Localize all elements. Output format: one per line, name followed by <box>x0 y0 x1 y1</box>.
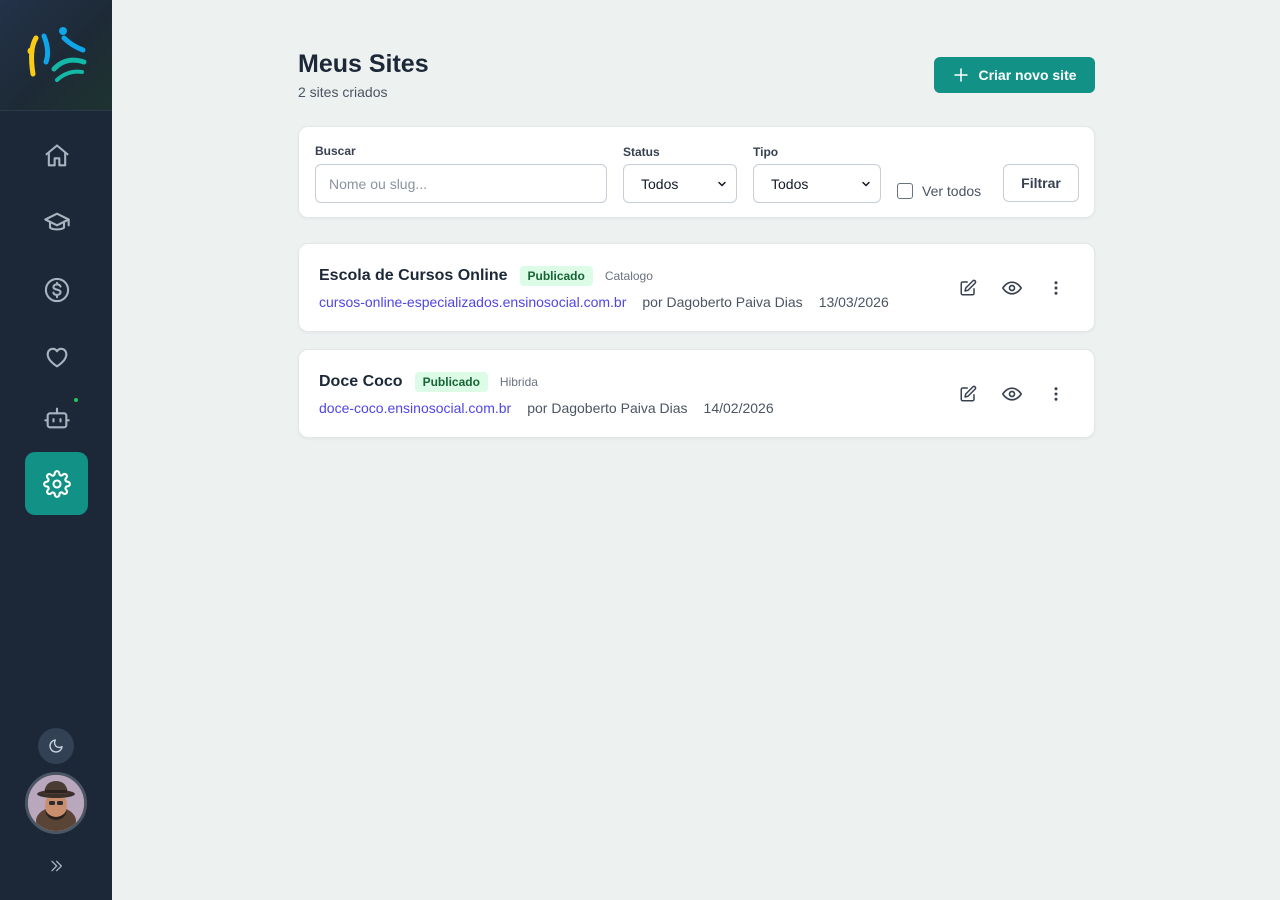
status-select-value: Todos <box>641 175 679 192</box>
edit-icon <box>960 279 977 296</box>
site-card: Escola de Cursos Online Publicado Catalo… <box>298 243 1095 332</box>
site-card: Doce Coco Publicado Hibrida doce-coco.en… <box>298 349 1095 438</box>
sidebar-item-courses[interactable] <box>25 191 88 254</box>
site-author: por Dagoberto Paiva Dias <box>642 294 803 310</box>
site-name: Escola de Cursos Online <box>319 267 508 284</box>
home-icon <box>44 143 69 166</box>
moon-icon <box>49 739 63 753</box>
search-label: Buscar <box>315 144 356 158</box>
site-date: 13/03/2026 <box>818 294 889 310</box>
search-input[interactable] <box>315 164 607 203</box>
page-title: Meus Sites <box>298 50 429 78</box>
type-select[interactable]: Todos <box>753 164 881 203</box>
view-site-button[interactable] <box>1000 276 1024 300</box>
create-site-label: Criar novo site <box>978 67 1077 83</box>
more-vertical-icon <box>1054 281 1058 295</box>
status-badge: Publicado <box>414 372 488 392</box>
site-date: 14/02/2026 <box>703 400 774 416</box>
site-url-link[interactable]: cursos-online-especializados.ensinosocia… <box>319 294 626 310</box>
show-all-toggle[interactable]: Ver todos <box>897 183 981 199</box>
plus-icon <box>954 68 969 82</box>
show-all-label: Ver todos <box>922 183 982 199</box>
create-site-button[interactable]: Criar novo site <box>934 57 1095 93</box>
page-subtitle: 2 sites criados <box>298 84 388 100</box>
graduation-cap-icon <box>43 212 70 230</box>
sidebar-item-finance[interactable] <box>25 258 88 321</box>
view-site-button[interactable] <box>1000 382 1024 406</box>
site-name: Doce Coco <box>319 373 403 390</box>
more-options-button[interactable] <box>1044 382 1068 406</box>
chevrons-right-icon <box>51 860 62 872</box>
more-vertical-icon <box>1054 387 1058 401</box>
avatar[interactable] <box>25 772 87 834</box>
type-select-value: Todos <box>771 175 809 192</box>
status-badge: Publicado <box>519 266 593 286</box>
chevron-down-icon <box>718 181 726 186</box>
dollar-icon <box>44 277 69 302</box>
status-label: Status <box>623 145 660 159</box>
heart-icon <box>46 347 67 367</box>
sidebar-item-home[interactable] <box>25 124 88 187</box>
site-type: Catalogo <box>604 269 653 283</box>
filter-panel: Buscar Status Todos Tipo Todos Ver todos… <box>298 126 1095 218</box>
chevron-down-icon <box>862 181 870 186</box>
edit-site-button[interactable] <box>956 382 980 406</box>
logo-area <box>0 0 112 111</box>
site-type: Hibrida <box>499 375 538 389</box>
type-label: Tipo <box>753 145 779 159</box>
status-select[interactable]: Todos <box>623 164 737 203</box>
sidebar <box>0 0 112 900</box>
site-url-link[interactable]: doce-coco.ensinosocial.com.br <box>319 400 511 416</box>
theme-toggle-button[interactable] <box>38 728 74 764</box>
site-author: por Dagoberto Paiva Dias <box>527 400 688 416</box>
sidebar-item-assistant[interactable] <box>25 386 88 449</box>
sidebar-item-settings[interactable] <box>25 452 88 515</box>
expand-sidebar-button[interactable] <box>44 855 68 877</box>
app-logo[interactable] <box>24 24 88 88</box>
eye-icon <box>1002 387 1022 401</box>
more-options-button[interactable] <box>1044 276 1068 300</box>
bot-icon <box>43 407 70 428</box>
edit-icon <box>960 385 977 402</box>
sidebar-item-favorites[interactable] <box>25 325 88 388</box>
online-indicator <box>74 398 78 402</box>
show-all-checkbox[interactable] <box>897 183 913 199</box>
filter-button[interactable]: Filtrar <box>1003 164 1079 202</box>
eye-icon <box>1002 281 1022 295</box>
user-avatar-image <box>28 775 84 831</box>
edit-site-button[interactable] <box>956 276 980 300</box>
settings-icon <box>42 469 71 498</box>
